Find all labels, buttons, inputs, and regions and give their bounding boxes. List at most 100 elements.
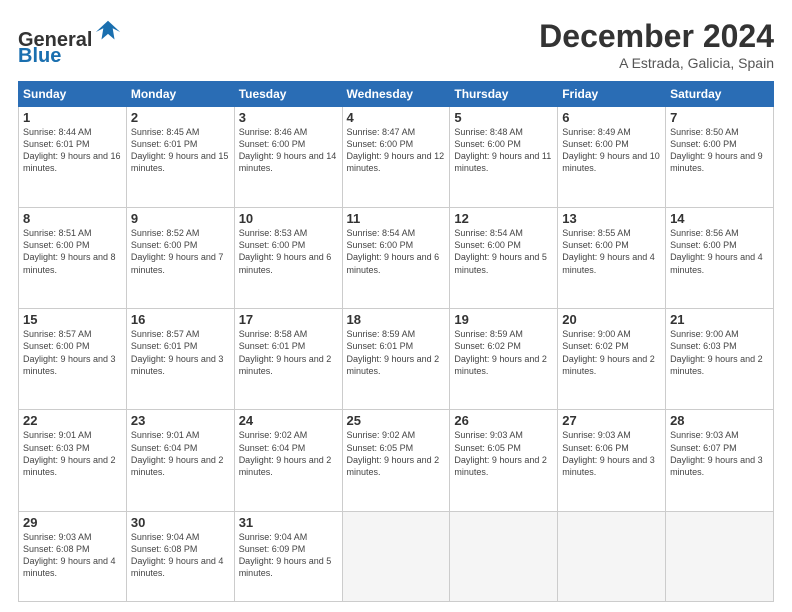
day-number: 28 [670, 413, 769, 428]
table-row: 10Sunrise: 8:53 AM Sunset: 6:00 PM Dayli… [234, 208, 342, 309]
day-info: Sunrise: 8:58 AM Sunset: 6:01 PM Dayligh… [239, 328, 338, 377]
day-info: Sunrise: 9:02 AM Sunset: 6:05 PM Dayligh… [347, 429, 446, 478]
day-number: 21 [670, 312, 769, 327]
calendar-title: December 2024 [539, 18, 774, 55]
day-info: Sunrise: 8:59 AM Sunset: 6:02 PM Dayligh… [454, 328, 553, 377]
weekday-row: Sunday Monday Tuesday Wednesday Thursday… [19, 82, 774, 107]
table-row: 11Sunrise: 8:54 AM Sunset: 6:00 PM Dayli… [342, 208, 450, 309]
day-number: 2 [131, 110, 230, 125]
day-info: Sunrise: 8:50 AM Sunset: 6:00 PM Dayligh… [670, 126, 769, 175]
calendar-page: General Blue December 2024 A Estrada, Ga… [0, 0, 792, 612]
table-row: 13Sunrise: 8:55 AM Sunset: 6:00 PM Dayli… [558, 208, 666, 309]
day-info: Sunrise: 8:51 AM Sunset: 6:00 PM Dayligh… [23, 227, 122, 276]
day-info: Sunrise: 9:02 AM Sunset: 6:04 PM Dayligh… [239, 429, 338, 478]
col-saturday: Saturday [666, 82, 774, 107]
col-tuesday: Tuesday [234, 82, 342, 107]
day-info: Sunrise: 8:52 AM Sunset: 6:00 PM Dayligh… [131, 227, 230, 276]
day-number: 11 [347, 211, 446, 226]
day-number: 22 [23, 413, 122, 428]
logo: General Blue [18, 18, 122, 68]
table-row: 15Sunrise: 8:57 AM Sunset: 6:00 PM Dayli… [19, 309, 127, 410]
day-number: 6 [562, 110, 661, 125]
title-block: December 2024 A Estrada, Galicia, Spain [539, 18, 774, 71]
col-friday: Friday [558, 82, 666, 107]
table-row: 16Sunrise: 8:57 AM Sunset: 6:01 PM Dayli… [126, 309, 234, 410]
table-row: 8Sunrise: 8:51 AM Sunset: 6:00 PM Daylig… [19, 208, 127, 309]
table-row: 6Sunrise: 8:49 AM Sunset: 6:00 PM Daylig… [558, 107, 666, 208]
table-row [342, 511, 450, 602]
table-row: 31Sunrise: 9:04 AM Sunset: 6:09 PM Dayli… [234, 511, 342, 602]
day-number: 19 [454, 312, 553, 327]
header: General Blue December 2024 A Estrada, Ga… [18, 18, 774, 71]
day-info: Sunrise: 8:44 AM Sunset: 6:01 PM Dayligh… [23, 126, 122, 175]
table-row: 2Sunrise: 8:45 AM Sunset: 6:01 PM Daylig… [126, 107, 234, 208]
day-info: Sunrise: 8:56 AM Sunset: 6:00 PM Dayligh… [670, 227, 769, 276]
table-row: 4Sunrise: 8:47 AM Sunset: 6:00 PM Daylig… [342, 107, 450, 208]
table-row: 26Sunrise: 9:03 AM Sunset: 6:05 PM Dayli… [450, 410, 558, 511]
day-info: Sunrise: 8:53 AM Sunset: 6:00 PM Dayligh… [239, 227, 338, 276]
day-number: 3 [239, 110, 338, 125]
table-row: 7Sunrise: 8:50 AM Sunset: 6:00 PM Daylig… [666, 107, 774, 208]
table-row: 18Sunrise: 8:59 AM Sunset: 6:01 PM Dayli… [342, 309, 450, 410]
day-number: 12 [454, 211, 553, 226]
day-number: 30 [131, 515, 230, 530]
calendar-table: Sunday Monday Tuesday Wednesday Thursday… [18, 81, 774, 602]
day-info: Sunrise: 9:04 AM Sunset: 6:09 PM Dayligh… [239, 531, 338, 580]
table-row: 14Sunrise: 8:56 AM Sunset: 6:00 PM Dayli… [666, 208, 774, 309]
day-info: Sunrise: 8:59 AM Sunset: 6:01 PM Dayligh… [347, 328, 446, 377]
table-row [558, 511, 666, 602]
day-number: 5 [454, 110, 553, 125]
day-number: 23 [131, 413, 230, 428]
col-monday: Monday [126, 82, 234, 107]
day-info: Sunrise: 9:03 AM Sunset: 6:07 PM Dayligh… [670, 429, 769, 478]
day-number: 31 [239, 515, 338, 530]
day-number: 1 [23, 110, 122, 125]
calendar-subtitle: A Estrada, Galicia, Spain [539, 55, 774, 71]
day-number: 8 [23, 211, 122, 226]
table-row: 23Sunrise: 9:01 AM Sunset: 6:04 PM Dayli… [126, 410, 234, 511]
logo-bird-icon [94, 18, 122, 46]
day-info: Sunrise: 8:55 AM Sunset: 6:00 PM Dayligh… [562, 227, 661, 276]
day-number: 7 [670, 110, 769, 125]
day-info: Sunrise: 9:03 AM Sunset: 6:08 PM Dayligh… [23, 531, 122, 580]
table-row: 1Sunrise: 8:44 AM Sunset: 6:01 PM Daylig… [19, 107, 127, 208]
day-info: Sunrise: 9:04 AM Sunset: 6:08 PM Dayligh… [131, 531, 230, 580]
table-row: 20Sunrise: 9:00 AM Sunset: 6:02 PM Dayli… [558, 309, 666, 410]
day-number: 17 [239, 312, 338, 327]
day-number: 9 [131, 211, 230, 226]
table-row: 24Sunrise: 9:02 AM Sunset: 6:04 PM Dayli… [234, 410, 342, 511]
day-number: 26 [454, 413, 553, 428]
table-row: 30Sunrise: 9:04 AM Sunset: 6:08 PM Dayli… [126, 511, 234, 602]
day-info: Sunrise: 8:57 AM Sunset: 6:01 PM Dayligh… [131, 328, 230, 377]
day-number: 20 [562, 312, 661, 327]
day-info: Sunrise: 8:54 AM Sunset: 6:00 PM Dayligh… [454, 227, 553, 276]
calendar-body: 1Sunrise: 8:44 AM Sunset: 6:01 PM Daylig… [19, 107, 774, 602]
table-row: 9Sunrise: 8:52 AM Sunset: 6:00 PM Daylig… [126, 208, 234, 309]
table-row: 28Sunrise: 9:03 AM Sunset: 6:07 PM Dayli… [666, 410, 774, 511]
day-info: Sunrise: 9:01 AM Sunset: 6:04 PM Dayligh… [131, 429, 230, 478]
table-row: 25Sunrise: 9:02 AM Sunset: 6:05 PM Dayli… [342, 410, 450, 511]
table-row: 27Sunrise: 9:03 AM Sunset: 6:06 PM Dayli… [558, 410, 666, 511]
day-number: 4 [347, 110, 446, 125]
day-info: Sunrise: 8:46 AM Sunset: 6:00 PM Dayligh… [239, 126, 338, 175]
day-info: Sunrise: 9:03 AM Sunset: 6:05 PM Dayligh… [454, 429, 553, 478]
day-info: Sunrise: 8:54 AM Sunset: 6:00 PM Dayligh… [347, 227, 446, 276]
table-row: 12Sunrise: 8:54 AM Sunset: 6:00 PM Dayli… [450, 208, 558, 309]
day-number: 27 [562, 413, 661, 428]
day-number: 29 [23, 515, 122, 530]
table-row: 21Sunrise: 9:00 AM Sunset: 6:03 PM Dayli… [666, 309, 774, 410]
day-info: Sunrise: 9:00 AM Sunset: 6:03 PM Dayligh… [670, 328, 769, 377]
table-row [666, 511, 774, 602]
col-wednesday: Wednesday [342, 82, 450, 107]
table-row: 3Sunrise: 8:46 AM Sunset: 6:00 PM Daylig… [234, 107, 342, 208]
table-row: 19Sunrise: 8:59 AM Sunset: 6:02 PM Dayli… [450, 309, 558, 410]
day-number: 18 [347, 312, 446, 327]
day-number: 24 [239, 413, 338, 428]
day-number: 14 [670, 211, 769, 226]
day-info: Sunrise: 9:00 AM Sunset: 6:02 PM Dayligh… [562, 328, 661, 377]
day-info: Sunrise: 8:57 AM Sunset: 6:00 PM Dayligh… [23, 328, 122, 377]
day-info: Sunrise: 9:03 AM Sunset: 6:06 PM Dayligh… [562, 429, 661, 478]
day-number: 25 [347, 413, 446, 428]
day-number: 16 [131, 312, 230, 327]
table-row: 5Sunrise: 8:48 AM Sunset: 6:00 PM Daylig… [450, 107, 558, 208]
